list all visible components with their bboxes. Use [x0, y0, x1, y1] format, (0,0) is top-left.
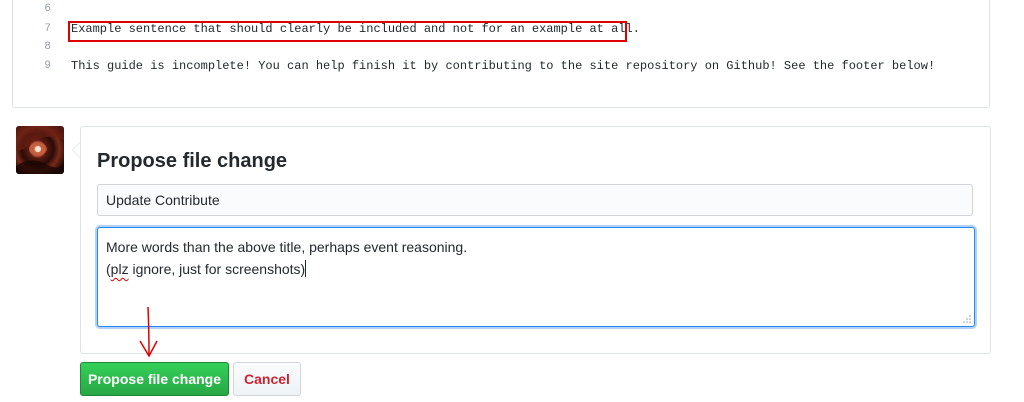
description-text: ignore, just for screenshots) — [128, 261, 306, 277]
line-number: 8 — [44, 41, 51, 53]
avatar[interactable] — [16, 126, 64, 174]
resize-handle-icon[interactable] — [963, 315, 971, 323]
line-text: This guide is incomplete! You can help f… — [71, 59, 936, 73]
misspelled-word: plz — [110, 261, 129, 277]
cancel-button[interactable]: Cancel — [233, 362, 301, 396]
line-number: 6 — [44, 3, 51, 15]
text-caret — [305, 260, 307, 277]
annotation-arrow-icon — [139, 306, 158, 358]
commit-description-textarea[interactable]: More words than the above title, perhaps… — [97, 227, 975, 327]
page-title: Propose file change — [97, 150, 288, 172]
line-number: 9 — [44, 60, 51, 72]
commit-title-input[interactable]: Update Contribute — [97, 184, 973, 216]
propose-file-change-button[interactable]: Propose file change — [80, 362, 229, 396]
line-number: 7 — [44, 23, 51, 35]
code-preview: 6 7 Example sentence that should clearly… — [12, 0, 990, 108]
panel-pointer-inner — [73, 143, 80, 157]
annotation-highlight-box — [68, 21, 627, 42]
description-line-2: (plz ignore, just for screenshots) — [106, 258, 966, 280]
avatar-image-icon — [16, 126, 64, 174]
description-line-1: More words than the above title, perhaps… — [106, 239, 468, 255]
